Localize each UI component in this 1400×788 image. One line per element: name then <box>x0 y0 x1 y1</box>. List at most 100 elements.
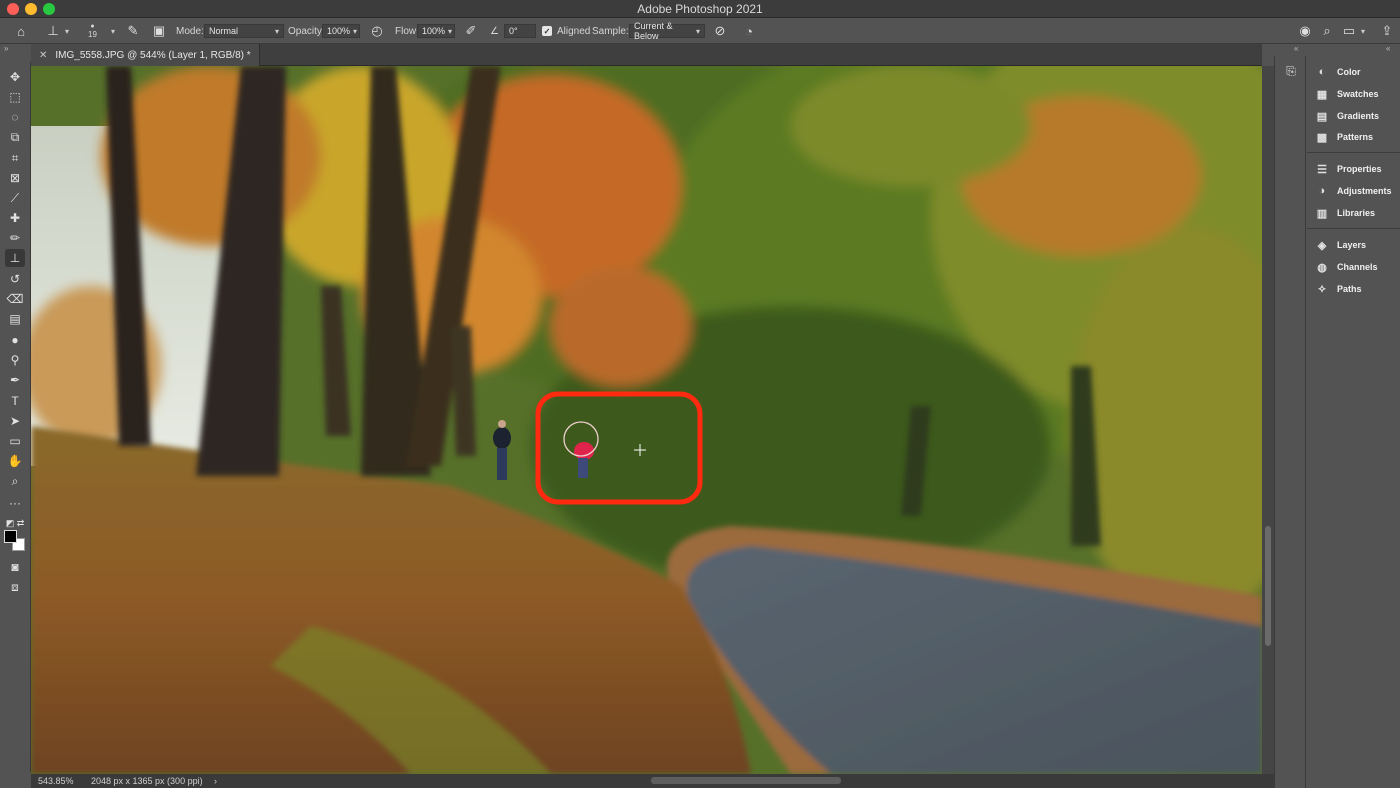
screen-mode-icon[interactable]: ⧈ <box>5 578 25 596</box>
color-icon: ◐ <box>1318 66 1326 78</box>
healing-brush-tool-icon[interactable]: ✚ <box>5 209 25 227</box>
panel-dock-strip: ⎘ <box>1274 56 1306 788</box>
sample-select[interactable]: Current & Below ▾ <box>629 21 705 41</box>
horizontal-scroll-thumb[interactable] <box>651 777 841 784</box>
document-tab-title: IMG_5558.JPG @ 544% (Layer 1, RGB/8) * <box>55 49 251 61</box>
brush-settings-icon[interactable]: ✎ <box>124 22 142 40</box>
crop-tool-icon[interactable]: ⌗ <box>5 149 25 167</box>
chevron-down-icon[interactable]: ▾ <box>65 27 69 36</box>
ignore-adjustment-layers-icon[interactable]: ⊘ <box>711 22 729 40</box>
toolbar-collapse-icon[interactable]: » <box>4 44 8 53</box>
panel-label: Libraries <box>1337 208 1376 218</box>
clone-stamp-tool-icon[interactable]: ⊥ <box>5 249 25 267</box>
brush-tool-icon[interactable]: ✏ <box>5 229 25 247</box>
quick-mask-icon[interactable]: ◙ <box>5 558 25 576</box>
zoom-tool-icon[interactable]: ⌕ <box>5 472 25 490</box>
move-tool-icon[interactable]: ✥ <box>5 68 25 86</box>
more-tools-icon[interactable]: ··· <box>5 494 25 512</box>
opacity-value: 100% <box>327 26 351 36</box>
panel-channels[interactable]: ◍ Channels <box>1315 257 1378 277</box>
vertical-scroll-thumb[interactable] <box>1265 526 1271 646</box>
panel-layers[interactable]: ◈ Layers <box>1315 235 1366 255</box>
history-brush-tool-icon[interactable]: ↺ <box>5 270 25 288</box>
object-select-tool-icon[interactable]: ⧉ <box>5 128 25 146</box>
blur-tool-icon[interactable]: ● <box>5 331 25 349</box>
document-tab[interactable]: ✕ IMG_5558.JPG @ 544% (Layer 1, RGB/8) * <box>31 44 260 66</box>
panel-adjustments[interactable]: ◑ Adjustments <box>1315 181 1392 201</box>
sample-label: Sample: <box>592 25 629 37</box>
chevron-down-icon[interactable]: ▾ <box>1361 27 1365 36</box>
pressure-size-icon[interactable]: ◔ <box>740 22 758 40</box>
panel-color[interactable]: ◐ Color <box>1315 62 1361 82</box>
search-icon[interactable]: ⌕ <box>1318 22 1336 40</box>
share-export-icon[interactable]: ⇪ <box>1378 22 1396 40</box>
panel-divider <box>1307 152 1400 153</box>
panel-paths[interactable]: ⟡ Paths <box>1315 279 1362 299</box>
workspace-icon[interactable]: ▭ <box>1340 22 1358 40</box>
type-tool-icon[interactable]: T <box>5 392 25 410</box>
path-select-tool-icon[interactable]: ➤ <box>5 412 25 430</box>
mode-select[interactable]: Normal ▾ <box>204 24 284 38</box>
panel-label: Paths <box>1337 284 1362 294</box>
libraries-icon: ▥ <box>1316 207 1328 220</box>
panels-collapse-icon[interactable]: « <box>1386 44 1390 53</box>
flow-value: 100% <box>422 26 446 36</box>
sample-value: Current & Below <box>634 21 673 41</box>
aligned-label: Aligned <box>557 25 591 37</box>
panel-label: Gradients <box>1337 111 1380 121</box>
tools-panel: ✥ ⬚ ◌ ⧉ ⌗ ⊠ ⟋ ✚ ✏ ⊥ ↺ ⌫ ▤ ● ⚲ ✒ T ➤ ▭ ✋ … <box>0 62 31 772</box>
vertical-scrollbar[interactable] <box>1262 66 1274 774</box>
pen-tool-icon[interactable]: ✒ <box>5 371 25 389</box>
panel-patterns[interactable]: ▩ Patterns <box>1315 127 1373 147</box>
chevron-down-icon: ▾ <box>353 26 358 36</box>
panel-gradients[interactable]: ▤ Gradients <box>1315 106 1379 126</box>
angle-value: 0° <box>509 26 518 36</box>
gradient-tool-icon[interactable]: ▤ <box>5 310 25 328</box>
hand-tool-icon[interactable]: ✋ <box>5 452 25 470</box>
chevron-down-icon[interactable]: ▾ <box>111 27 115 36</box>
flow-field[interactable]: 100% ▾ <box>417 24 455 38</box>
opacity-field[interactable]: 100% ▾ <box>322 24 360 38</box>
panel-label: Channels <box>1337 262 1378 272</box>
mode-value: Normal <box>209 26 239 36</box>
chevron-down-icon: ▾ <box>695 26 700 36</box>
airbrush-icon[interactable]: ✐ <box>462 22 480 40</box>
panel-swatches[interactable]: ▦ Swatches <box>1315 84 1379 104</box>
foreground-color-swatch[interactable] <box>4 530 17 543</box>
pressure-opacity-icon[interactable]: ◴ <box>368 22 386 40</box>
frame-tool-icon[interactable]: ⊠ <box>5 169 25 187</box>
clone-source-icon[interactable]: ▣ <box>150 22 168 40</box>
eraser-tool-icon[interactable]: ⌫ <box>5 290 25 308</box>
layers-icon: ◈ <box>1317 239 1327 252</box>
share-icon[interactable]: ◉ <box>1296 22 1314 40</box>
adjustments-icon: ◑ <box>1318 185 1326 197</box>
brush-dot-icon: ● <box>90 23 95 30</box>
rectangle-tool-icon[interactable]: ▭ <box>5 432 25 450</box>
marquee-tool-icon[interactable]: ⬚ <box>5 88 25 106</box>
channels-icon: ◍ <box>1317 261 1327 274</box>
photo-autumn-path <box>31 66 1262 774</box>
dock-collapse-icon[interactable]: « <box>1294 44 1298 53</box>
panel-properties[interactable]: ☰ Properties <box>1315 159 1381 179</box>
status-menu-arrow[interactable]: › <box>214 776 217 786</box>
document-canvas[interactable] <box>31 66 1262 774</box>
panel-label: Adjustments <box>1337 186 1392 196</box>
chevron-down-icon: ▾ <box>274 26 279 36</box>
zoom-level[interactable]: 543.85% <box>38 776 74 786</box>
eyedropper-tool-icon[interactable]: ⟋ <box>5 189 25 207</box>
patterns-icon: ▩ <box>1316 131 1328 144</box>
window-title: Adobe Photoshop 2021 <box>637 2 763 16</box>
options-bar: ⌂ ⊥ ▾ ● 19 ▾ ✎ ▣ Mode: Normal ▾ Opacity: 1… <box>0 18 1400 44</box>
history-panel-icon[interactable]: ⎘ <box>1281 62 1301 80</box>
panel-libraries[interactable]: ▥ Libraries <box>1315 203 1375 223</box>
brush-size-picker[interactable]: ● 19 <box>88 18 97 44</box>
clone-stamp-preset-icon[interactable]: ⊥ <box>44 22 62 40</box>
dodge-tool-icon[interactable]: ⚲ <box>5 351 25 369</box>
flow-label: Flow: <box>395 25 419 37</box>
properties-icon: ☰ <box>1317 163 1327 176</box>
close-tab-icon[interactable]: ✕ <box>39 50 47 61</box>
aligned-checkbox[interactable]: ✓ <box>542 26 552 36</box>
home-icon[interactable]: ⌂ <box>12 22 30 40</box>
angle-field[interactable]: 0° <box>504 24 536 38</box>
lasso-tool-icon[interactable]: ◌ <box>5 108 25 126</box>
